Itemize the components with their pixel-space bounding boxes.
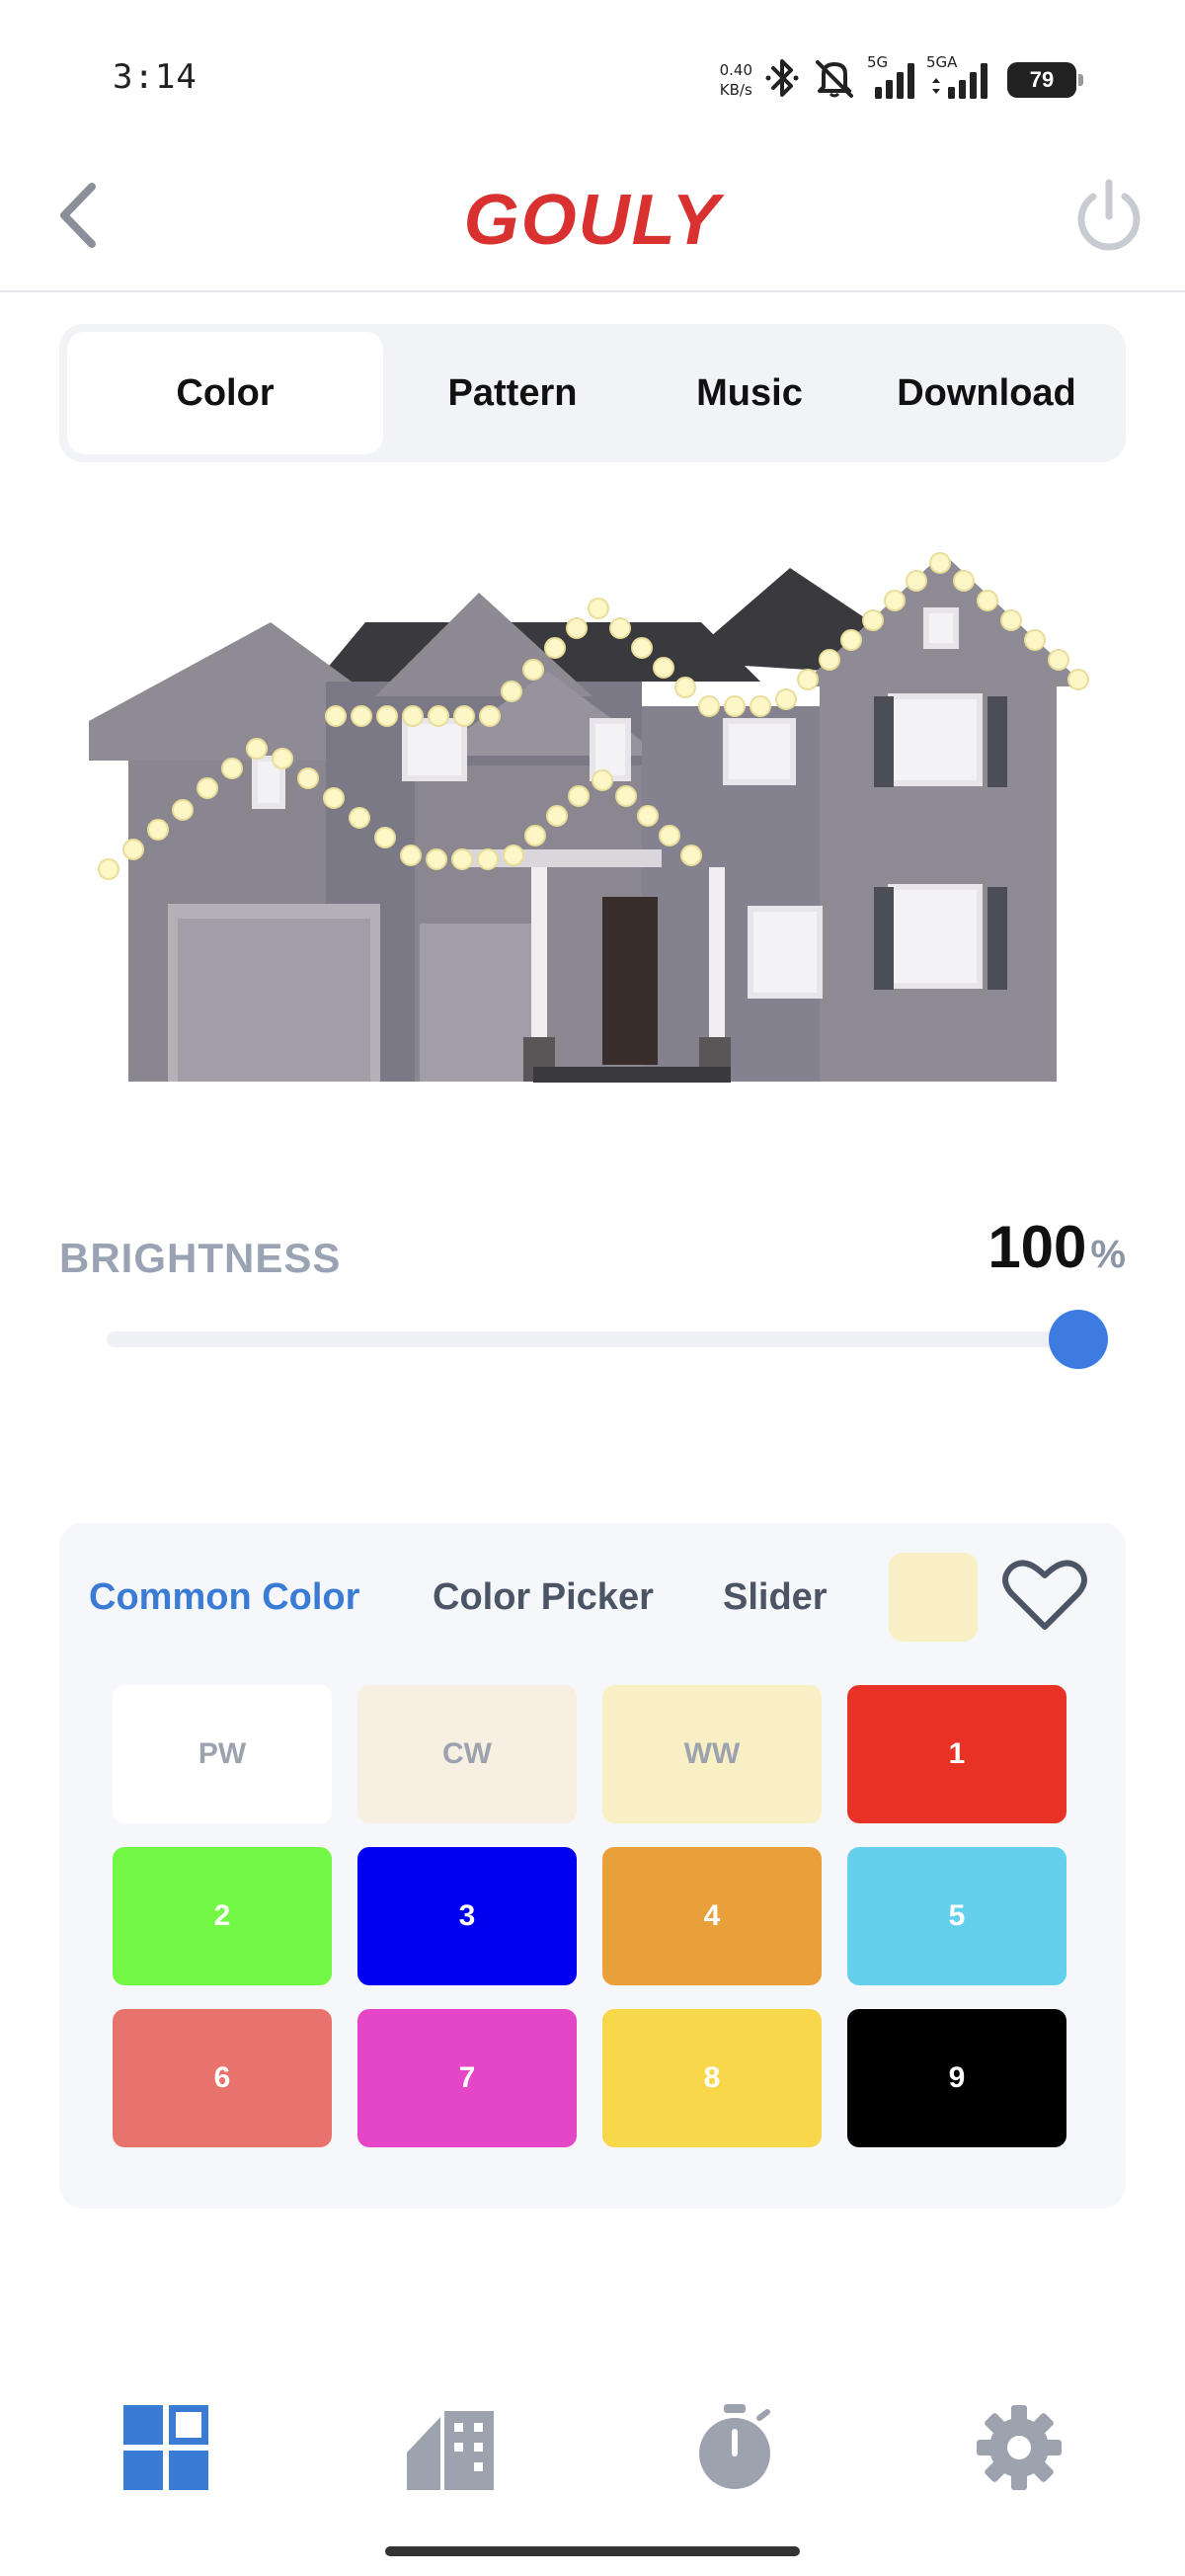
settings-gear-icon	[975, 2403, 1064, 2497]
signal-1-label: 5G	[867, 53, 889, 71]
signal-icon: 5GA	[926, 53, 995, 101]
status-icons: 0.40 KB/s 5G 5GA 79	[720, 53, 1083, 105]
nav-scenes[interactable]	[401, 2400, 500, 2499]
tab-music[interactable]: Music	[642, 332, 857, 454]
scene-house-icon	[405, 2403, 496, 2497]
color-swatch-ww[interactable]: WW	[602, 1685, 822, 1823]
color-swatch-5[interactable]: 5	[847, 1847, 1066, 1985]
mute-icon	[812, 57, 857, 104]
network-speed-unit: KB/s	[719, 81, 752, 99]
battery-icon: 79	[1007, 62, 1083, 98]
color-swatch-4[interactable]: 4	[602, 1847, 822, 1985]
house-preview	[89, 533, 1096, 1087]
color-panel: Common Color Color Picker Slider PW CW W…	[59, 1523, 1126, 2209]
color-swatch-cw[interactable]: CW	[357, 1685, 577, 1823]
color-swatch-8[interactable]: 8	[602, 2009, 822, 2147]
color-swatch-1[interactable]: 1	[847, 1685, 1066, 1823]
status-time: 3:14	[113, 57, 198, 97]
brightness-slider[interactable]	[107, 1310, 1108, 1369]
color-swatch-3[interactable]: 3	[357, 1847, 577, 1985]
brightness-slider-thumb[interactable]	[1049, 1310, 1108, 1369]
house-preview-image	[89, 552, 1089, 1083]
bluetooth-icon	[764, 57, 800, 104]
color-swatch-2[interactable]: 2	[113, 1847, 332, 1985]
favorite-button[interactable]	[997, 1553, 1092, 1642]
color-swatch-7[interactable]: 7	[357, 2009, 577, 2147]
brightness-unit: %	[1090, 1233, 1126, 1276]
timer-stopwatch-icon	[692, 2402, 777, 2498]
color-swatch-9[interactable]: 9	[847, 2009, 1066, 2147]
signal-2-label: 5GA	[926, 53, 958, 71]
nav-timer[interactable]	[685, 2400, 784, 2499]
network-speed: 0.40 KB/s	[720, 60, 752, 100]
power-icon	[1069, 177, 1148, 261]
dashboard-grid-icon	[121, 2403, 210, 2497]
color-swatch-6[interactable]: 6	[113, 2009, 332, 2147]
power-button[interactable]	[1066, 176, 1151, 261]
battery-level: 79	[1029, 67, 1055, 92]
brightness-number: 100	[988, 1214, 1087, 1280]
brightness-value: 100 %	[988, 1213, 1126, 1281]
tab-pattern[interactable]: Pattern	[383, 332, 642, 454]
bottom-navigation	[0, 2390, 1185, 2509]
signal-icon: 5G	[867, 53, 916, 101]
color-swatch-pw[interactable]: PW	[113, 1685, 332, 1823]
nav-dashboard[interactable]	[117, 2400, 215, 2499]
tab-color[interactable]: Color	[67, 332, 383, 454]
tab-download[interactable]: Download	[857, 332, 1116, 454]
current-color-swatch[interactable]	[889, 1553, 978, 1642]
mode-tabs: Color Pattern Music Download	[59, 324, 1126, 462]
color-swatch-grid: PW CW WW 1 2 3 4 5 6 7 8 9	[113, 1685, 1072, 2147]
network-speed-value: 0.40	[719, 61, 752, 79]
subtab-common-color[interactable]: Common Color	[89, 1576, 359, 1619]
home-indicator[interactable]	[385, 2546, 800, 2556]
subtab-slider[interactable]: Slider	[723, 1576, 828, 1619]
status-bar: 3:14 0.40 KB/s 5G 5GA 79	[0, 0, 1185, 148]
brightness-label: BRIGHTNESS	[59, 1235, 342, 1281]
heart-outline-icon	[1001, 1556, 1088, 1640]
app-header: GOULY	[0, 148, 1185, 292]
nav-settings[interactable]	[970, 2400, 1068, 2499]
brand-logo: GOULY	[463, 181, 722, 260]
subtab-color-picker[interactable]: Color Picker	[433, 1576, 654, 1619]
